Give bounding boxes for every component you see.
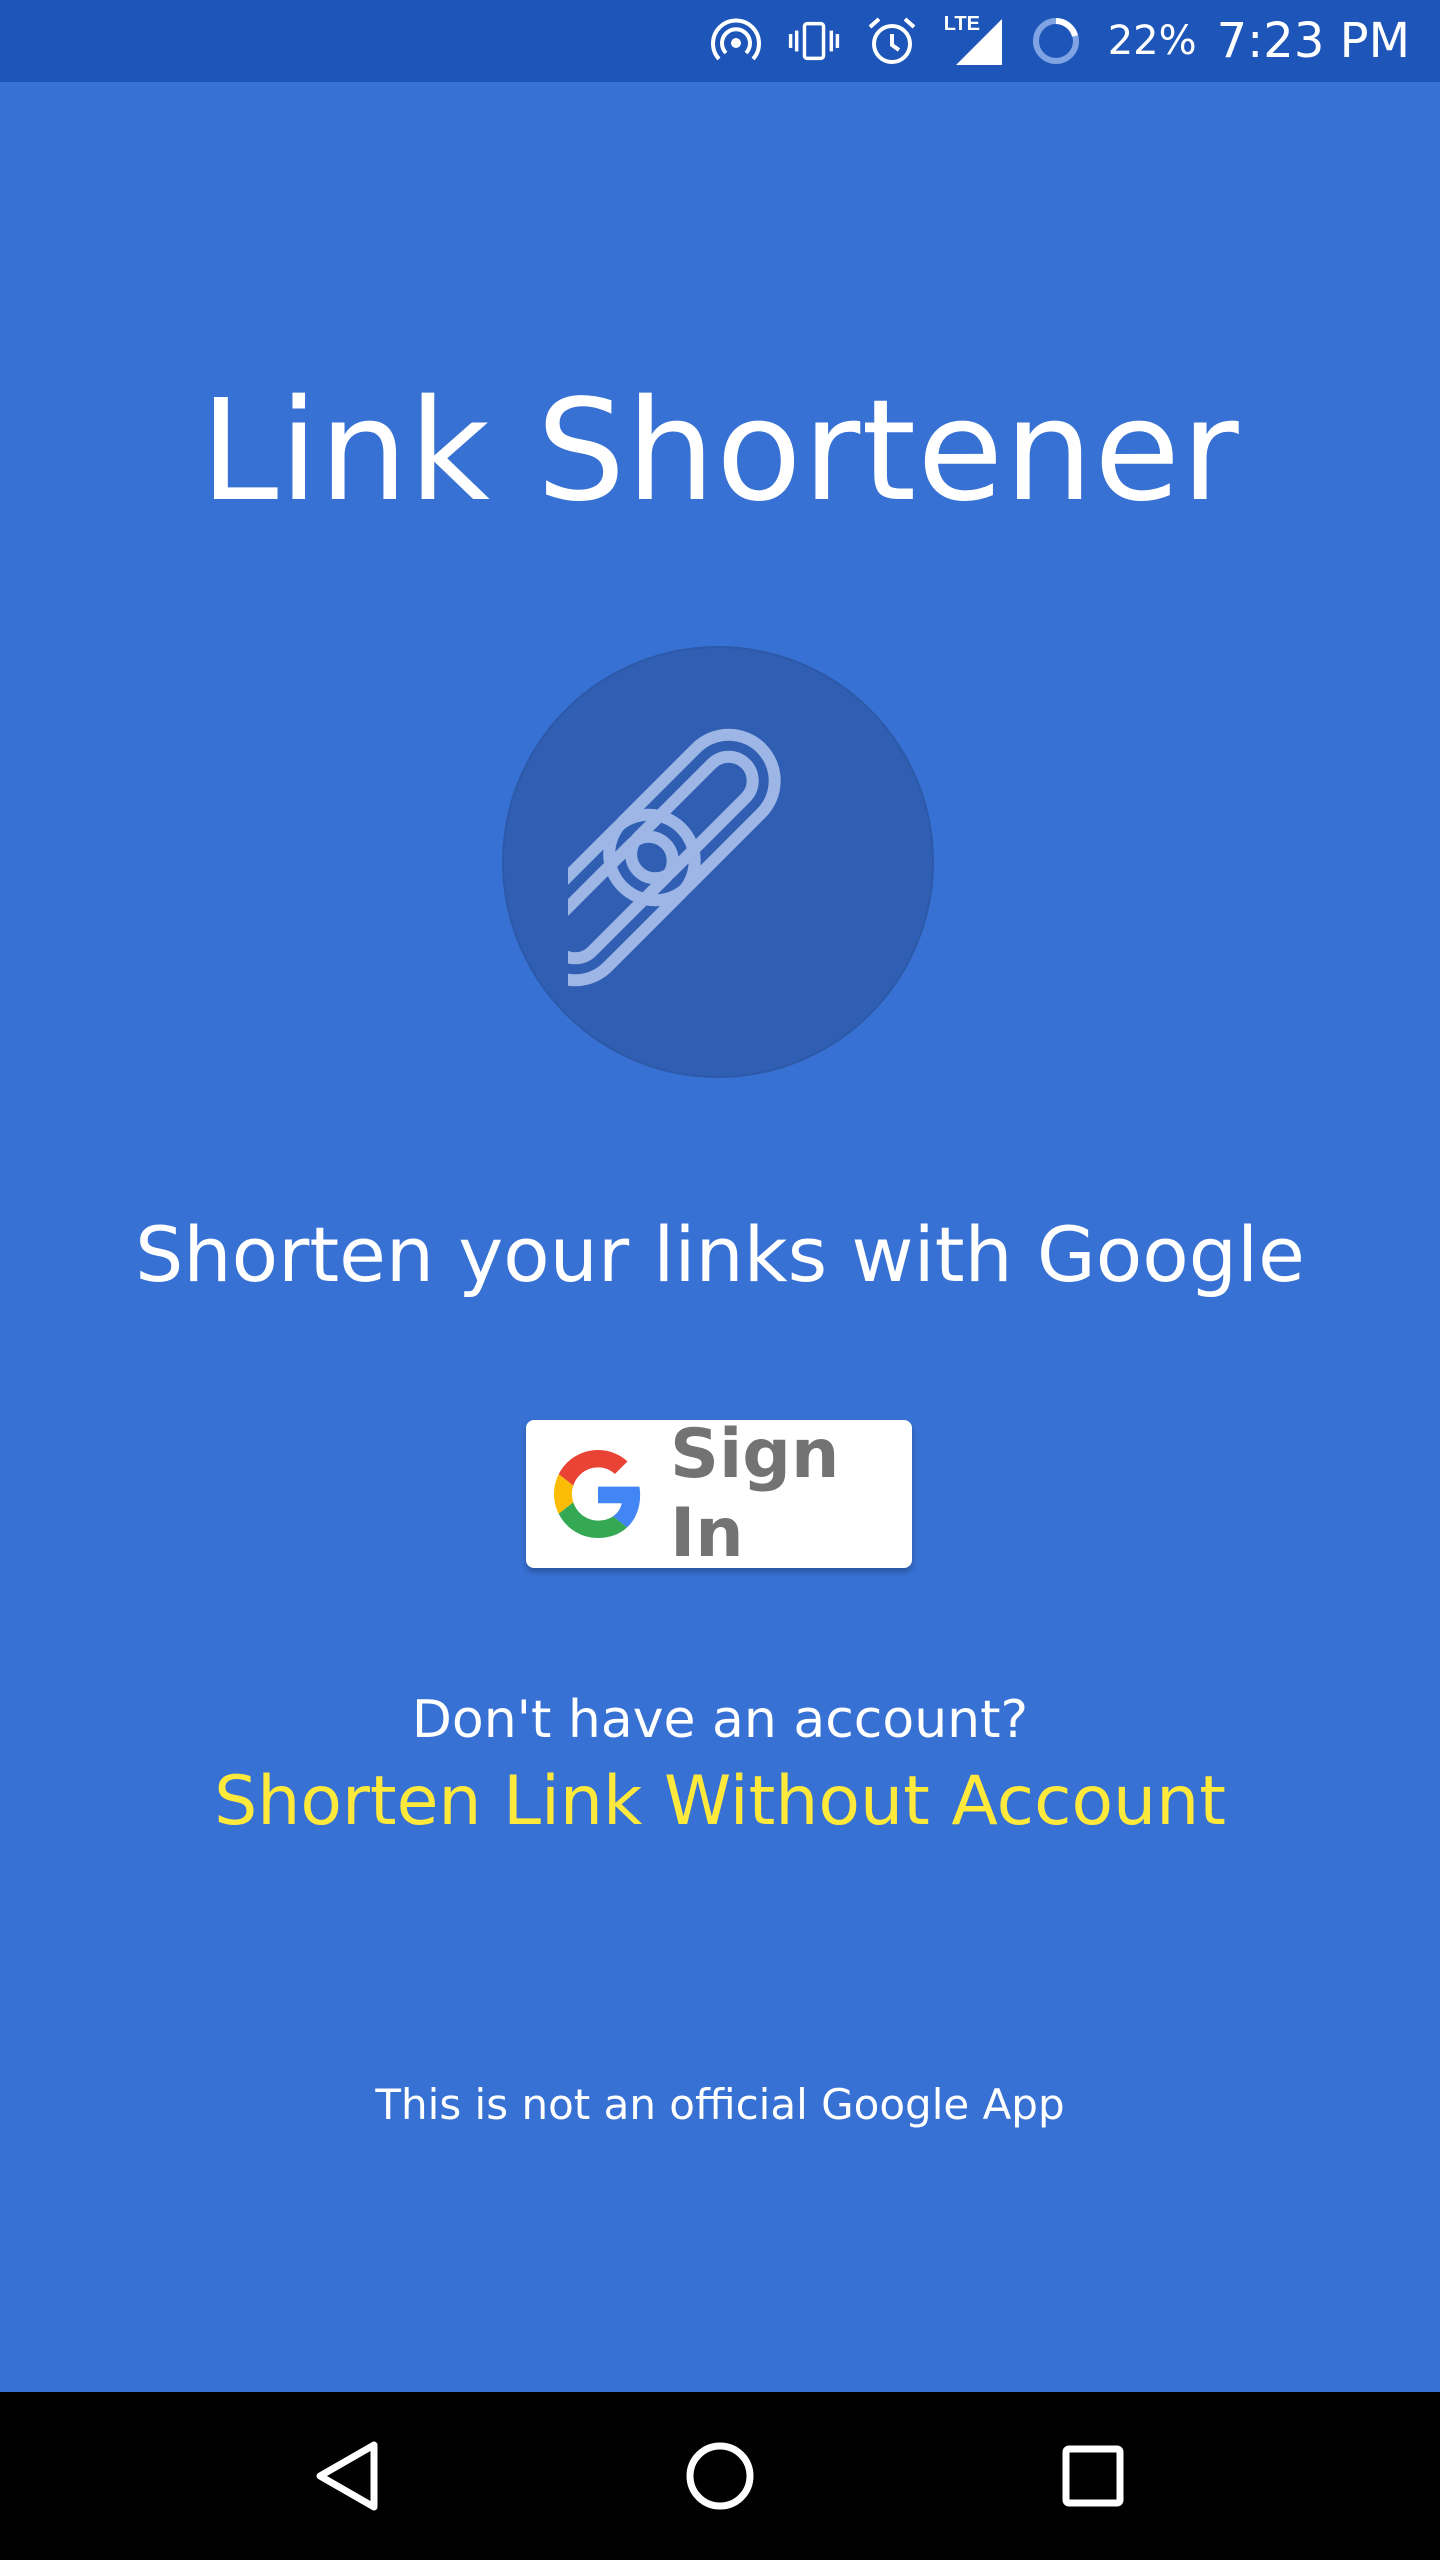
alarm-icon <box>866 15 918 67</box>
link-chain-icon <box>523 710 868 1015</box>
network-label: LTE <box>943 13 980 35</box>
app-logo <box>502 646 934 1078</box>
tagline: Shorten your links with Google <box>135 1210 1305 1299</box>
back-icon[interactable] <box>287 2416 407 2536</box>
google-sign-in-button[interactable]: Sign In <box>526 1415 912 1573</box>
hotspot-icon <box>710 15 762 67</box>
shorten-without-account-link[interactable]: Shorten Link Without Account <box>0 1762 1440 1841</box>
disclaimer-text: This is not an official Google App <box>375 2080 1065 2129</box>
vibrate-icon <box>788 15 840 67</box>
battery-icon <box>1030 15 1082 67</box>
navigation-bar <box>0 2392 1440 2560</box>
google-g-icon <box>554 1450 642 1538</box>
lte-signal-icon: LTE <box>943 13 1004 67</box>
status-bar: LTE 22% 7:23 PM <box>0 0 1440 82</box>
no-account-prompt: Don't have an account? <box>411 1690 1029 1750</box>
clock: 7:23 PM <box>1216 13 1410 69</box>
app-title: Link Shortener <box>200 370 1240 533</box>
home-icon[interactable] <box>660 2416 780 2536</box>
battery-percent: 22% <box>1107 18 1197 64</box>
recents-icon[interactable] <box>1033 2416 1153 2536</box>
sign-in-label: Sign In <box>670 1415 840 1573</box>
